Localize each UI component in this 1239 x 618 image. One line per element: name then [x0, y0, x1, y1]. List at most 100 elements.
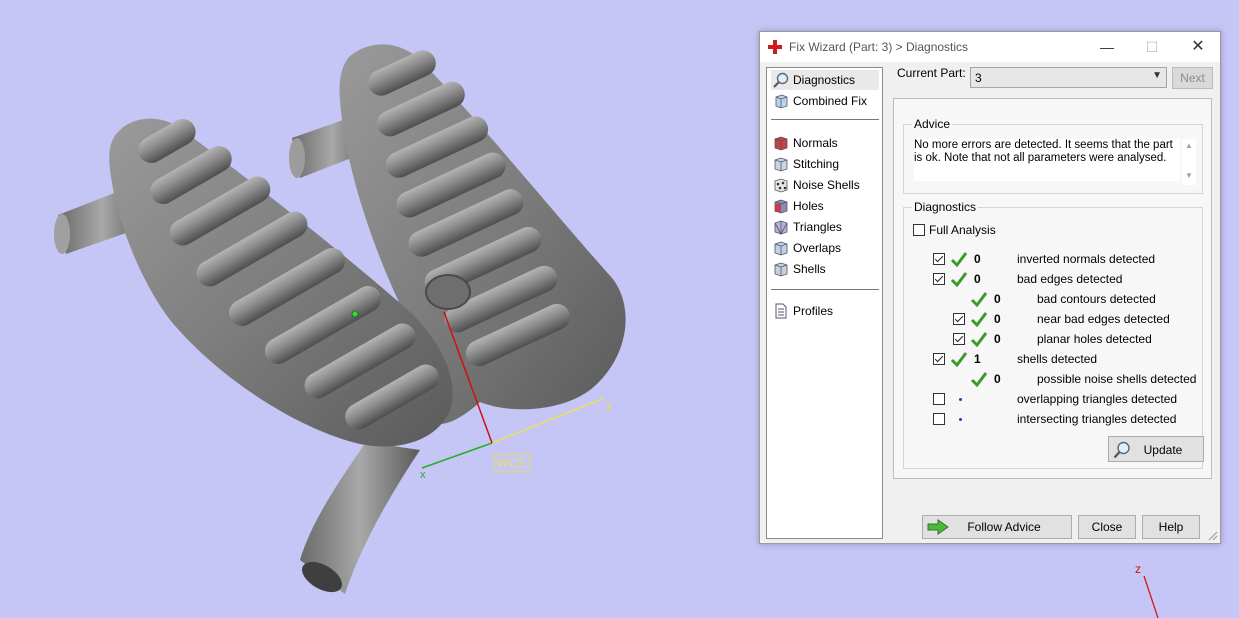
overlapping-triangles-label: overlapping triangles detected — [1017, 392, 1178, 406]
bad-contours-label: bad contours detected — [1037, 292, 1156, 306]
sidebar-item-overlaps[interactable]: Overlaps — [771, 238, 879, 258]
corner-z-line — [1143, 575, 1159, 618]
sidebar-item-stitching[interactable]: Stitching — [771, 154, 879, 174]
diagnostics-panel: Advice No more errors are detected. It s… — [893, 98, 1212, 479]
x-axis-label: x — [420, 469, 426, 481]
resize-grip-icon[interactable] — [1208, 531, 1218, 541]
inverted-normals-label: inverted normals detected — [1017, 252, 1156, 266]
diagnostics-title: Diagnostics — [912, 200, 979, 214]
sidebar-item-noise-shells[interactable]: Noise Shells — [771, 175, 879, 195]
update-button-label: Update — [1143, 443, 1183, 457]
sidebar-item-triangles[interactable]: Triangles — [771, 217, 879, 237]
overlapping-triangles-checkbox[interactable] — [933, 393, 945, 405]
advice-title: Advice — [912, 117, 953, 131]
model-rear-pin-cap — [289, 138, 305, 178]
full-analysis-checkbox[interactable] — [913, 224, 925, 236]
update-button[interactable]: Update — [1108, 436, 1204, 462]
magnifier-icon — [773, 72, 789, 88]
bad-edges-checkbox[interactable] — [933, 273, 945, 285]
document-icon — [775, 303, 787, 319]
normals-icon — [774, 136, 788, 151]
sidebar-item-shells[interactable]: Shells — [771, 259, 879, 279]
near-bad-edges-count: 0 — [994, 312, 1001, 326]
fix-wizard-dialog: Fix Wizard (Part: 3) > Diagnostics — ☐ ✕… — [759, 31, 1221, 544]
sidebar-item-label: Diagnostics — [793, 73, 856, 87]
near-bad-edges-label: near bad edges detected — [1037, 312, 1170, 326]
3d-model[interactable] — [54, 44, 626, 598]
window-title: Fix Wizard (Part: 3) > Diagnostics — [789, 40, 969, 54]
scroll-up-icon[interactable]: ▲ — [1185, 141, 1193, 150]
noise-shells-label: possible noise shells detected — [1037, 372, 1197, 386]
model-left-pin-cap — [54, 214, 70, 254]
green-check-icon — [970, 312, 988, 328]
sidebar-divider — [771, 119, 879, 120]
green-check-icon — [950, 272, 968, 288]
minimize-button[interactable]: — — [1093, 36, 1121, 58]
inverted-normals-checkbox[interactable] — [933, 253, 945, 265]
corner-axis-indicator: z — [1135, 562, 1159, 618]
title-bar[interactable]: Fix Wizard (Part: 3) > Diagnostics — ☐ ✕ — [760, 32, 1220, 62]
sidebar-item-diagnostics[interactable]: Diagnostics — [771, 70, 879, 90]
arrow-right-icon — [927, 519, 949, 535]
corner-z-label: z — [1135, 562, 1141, 576]
green-check-icon — [950, 352, 968, 368]
sidebar-item-normals[interactable]: Normals — [771, 133, 879, 153]
noise-shells-icon — [774, 178, 788, 193]
planar-holes-count: 0 — [994, 332, 1001, 346]
current-part-value: 3 — [975, 71, 982, 85]
intersecting-triangles-checkbox[interactable] — [933, 413, 945, 425]
model-pick-point[interactable] — [351, 310, 359, 318]
sidebar-item-label: Holes — [793, 199, 824, 213]
maximize-button[interactable]: ☐ — [1138, 36, 1166, 58]
y-axis-label: y — [606, 398, 612, 412]
bad-edges-label: bad edges detected — [1017, 272, 1123, 286]
green-check-icon — [970, 372, 988, 388]
shells-icon — [774, 262, 788, 277]
sidebar-item-label: Stitching — [793, 157, 840, 171]
close-button[interactable]: Close — [1078, 515, 1136, 539]
follow-advice-label: Follow Advice — [967, 520, 1041, 534]
sidebar-item-label: Normals — [793, 136, 838, 150]
sidebar-item-label: Shells — [793, 262, 826, 276]
sidebar-item-combined-fix[interactable]: Combined Fix — [771, 91, 879, 111]
advice-scrollbar[interactable]: ▲ ▼ — [1182, 139, 1196, 185]
shells-label: shells detected — [1017, 352, 1098, 366]
green-check-icon — [950, 252, 968, 268]
overlaps-icon — [774, 241, 788, 256]
planar-holes-label: planar holes detected — [1037, 332, 1152, 346]
near-bad-edges-checkbox[interactable] — [953, 313, 965, 325]
sidebar-item-label: Combined Fix — [793, 94, 868, 108]
shells-count: 1 — [974, 352, 981, 366]
advice-text: No more errors are detected. It seems th… — [914, 139, 1180, 181]
inverted-normals-count: 0 — [974, 252, 981, 266]
next-button[interactable]: Next — [1172, 67, 1213, 89]
help-button[interactable]: Help — [1142, 515, 1200, 539]
close-window-button[interactable]: ✕ — [1184, 36, 1212, 58]
stitching-icon — [774, 157, 788, 172]
intersecting-triangles-label: intersecting triangles detected — [1017, 412, 1177, 426]
pending-dot-icon — [959, 418, 962, 421]
current-part-label: Current Part: — [897, 66, 966, 80]
shells-checkbox[interactable] — [933, 353, 945, 365]
sidebar-item-label: Triangles — [793, 220, 842, 234]
current-part-select[interactable]: 3 ▼ — [970, 67, 1167, 88]
bad-contours-count: 0 — [994, 292, 1001, 306]
red-cross-icon — [768, 40, 782, 54]
cube-icon — [775, 94, 788, 109]
sidebar-item-label: Profiles — [793, 304, 834, 318]
sidebar-divider — [771, 289, 879, 290]
scroll-down-icon[interactable]: ▼ — [1185, 171, 1193, 180]
sidebar-item-holes[interactable]: Holes — [771, 196, 879, 216]
planar-holes-checkbox[interactable] — [953, 333, 965, 345]
model-hinge-hole — [425, 274, 471, 310]
wizard-sidebar: Diagnostics Combined Fix Normals Stitchi… — [766, 67, 883, 539]
triangles-icon — [774, 220, 788, 235]
noise-shells-count: 0 — [994, 372, 1001, 386]
wcs-label: WCS — [497, 456, 525, 470]
sidebar-item-profiles[interactable]: Profiles — [771, 301, 879, 321]
advice-group: Advice No more errors are detected. It s… — [903, 117, 1203, 194]
follow-advice-button[interactable]: Follow Advice — [922, 515, 1072, 539]
x-axis-line — [421, 442, 493, 469]
green-check-icon — [970, 332, 988, 348]
green-check-icon — [970, 292, 988, 308]
